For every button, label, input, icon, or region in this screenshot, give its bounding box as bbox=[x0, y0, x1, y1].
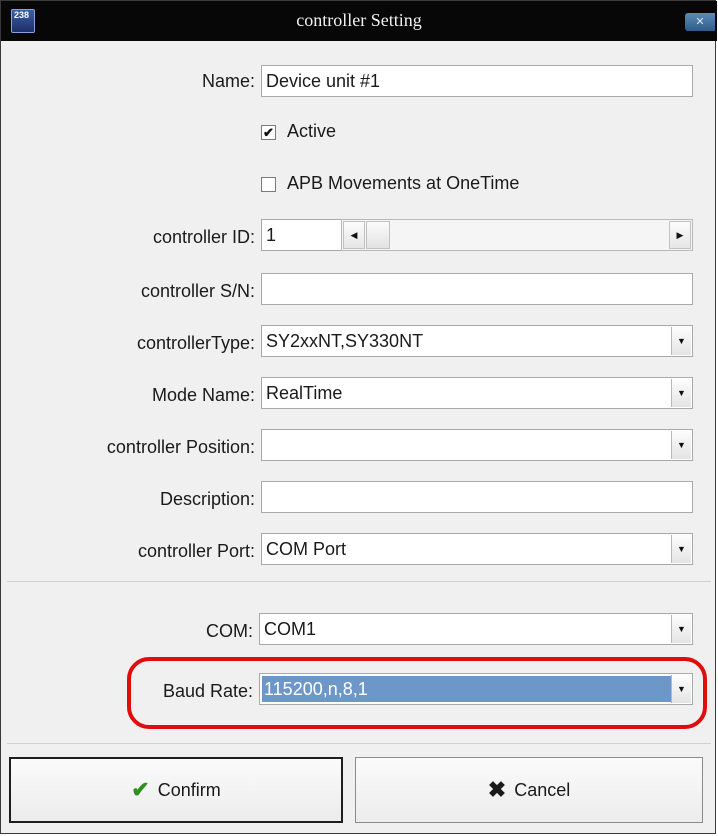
chevron-down-icon[interactable]: ▼ bbox=[671, 535, 691, 563]
scroll-thumb[interactable] bbox=[366, 221, 390, 249]
controller-id-field[interactable]: 1 bbox=[261, 219, 341, 251]
x-icon: ✖ bbox=[487, 777, 507, 802]
chevron-down-icon[interactable]: ▼ bbox=[671, 675, 691, 703]
scroll-left-icon[interactable]: ◀ bbox=[343, 221, 365, 249]
mode-name-value: RealTime bbox=[266, 383, 343, 403]
controller-sn-label: controller S/N: bbox=[140, 281, 255, 301]
controller-id-label: controller ID: bbox=[152, 227, 255, 247]
controller-position-label: controller Position: bbox=[106, 437, 255, 457]
baud-rate-label: Baud Rate: bbox=[162, 681, 253, 701]
apb-movements-checkbox[interactable] bbox=[261, 177, 276, 192]
mode-name-label: Mode Name: bbox=[151, 385, 255, 405]
close-icon[interactable]: ✕ bbox=[685, 13, 715, 31]
chevron-down-icon[interactable]: ▼ bbox=[671, 431, 691, 459]
active-checkbox[interactable]: ✔ bbox=[261, 125, 276, 140]
controller-type-select[interactable]: SY2xxNT,SY330NT ▼ bbox=[261, 325, 693, 357]
title-bar[interactable]: 238 controller Setting ✕ bbox=[1, 1, 717, 41]
chevron-down-icon[interactable]: ▼ bbox=[671, 379, 691, 407]
controller-sn-field[interactable] bbox=[261, 273, 693, 305]
section-divider bbox=[7, 743, 711, 744]
controller-port-select[interactable]: COM Port ▼ bbox=[261, 533, 693, 565]
controller-port-value: COM Port bbox=[266, 539, 347, 559]
controller-type-value: SY2xxNT,SY330NT bbox=[266, 331, 424, 351]
controller-position-select[interactable]: ▼ bbox=[261, 429, 693, 461]
com-value: COM1 bbox=[264, 619, 317, 639]
com-select[interactable]: COM1 ▼ bbox=[259, 613, 693, 645]
controller-port-label: controller Port: bbox=[137, 541, 255, 561]
baud-rate-value: 115200,n,8,1 bbox=[262, 676, 684, 702]
mode-name-select[interactable]: RealTime ▼ bbox=[261, 377, 693, 409]
name-field[interactable]: Device unit #1 bbox=[261, 65, 693, 97]
cancel-label: Cancel bbox=[514, 779, 571, 800]
section-divider bbox=[7, 581, 711, 582]
controller-id-scrollbar[interactable]: ◀ ▶ bbox=[341, 219, 693, 251]
description-field[interactable] bbox=[261, 481, 693, 513]
com-label: COM: bbox=[206, 621, 253, 641]
apb-movements-label[interactable]: APB Movements at OneTime bbox=[287, 173, 519, 194]
checkmark-icon: ✔ bbox=[131, 777, 150, 802]
baud-rate-select[interactable]: 115200,n,8,1 ▼ bbox=[259, 673, 693, 705]
controller-type-label: controllerType: bbox=[136, 333, 255, 353]
name-label: Name: bbox=[201, 71, 255, 91]
scroll-right-icon[interactable]: ▶ bbox=[669, 221, 691, 249]
chevron-down-icon[interactable]: ▼ bbox=[671, 615, 691, 643]
description-label: Description: bbox=[159, 489, 255, 509]
controller-setting-window: 238 controller Setting ✕ Name: Device un… bbox=[0, 0, 717, 834]
window-title: controller Setting bbox=[296, 10, 422, 30]
active-label[interactable]: Active bbox=[287, 121, 336, 142]
confirm-button[interactable]: ✔ Confirm bbox=[9, 757, 343, 823]
confirm-label: Confirm bbox=[157, 779, 221, 800]
cancel-button[interactable]: ✖ Cancel bbox=[355, 757, 703, 823]
chevron-down-icon[interactable]: ▼ bbox=[671, 327, 691, 355]
